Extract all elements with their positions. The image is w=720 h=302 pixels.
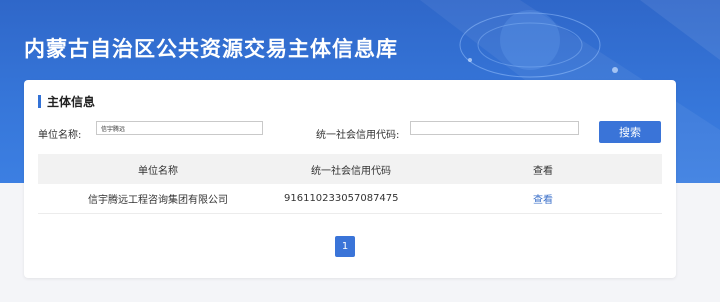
header-view: 查看 (533, 165, 553, 177)
table-row: 信宇腾远工程咨询集团有限公司 916110233057087475 查看 (38, 184, 662, 214)
credit-code-label: 统一社会信用代码: (316, 130, 400, 141)
section-title: 主体信息 (47, 94, 96, 109)
results-table: 单位名称 统一社会信用代码 查看 信宇腾远工程咨询集团有限公司 91611023… (38, 154, 662, 214)
view-link[interactable]: 查看 (424, 191, 662, 206)
section-accent-bar (38, 94, 41, 108)
company-name-input[interactable] (96, 121, 263, 135)
page-1-button[interactable]: 1 (335, 236, 355, 257)
row-credit-code: 916110233057087475 (284, 193, 399, 204)
subject-info-panel: 主体信息 单位名称: 统一社会信用代码: 搜索 单位名称 统一社会信用代码 查看… (24, 80, 676, 278)
section-header: 主体信息 (38, 94, 96, 109)
search-button[interactable]: 搜索 (599, 121, 661, 143)
header-credit-code: 统一社会信用代码 (311, 165, 391, 177)
site-title: 内蒙古自治区公共资源交易主体信息库 (24, 37, 398, 61)
table-header: 单位名称 统一社会信用代码 查看 (38, 154, 662, 184)
credit-code-input[interactable] (410, 121, 579, 135)
company-name-label: 单位名称: (38, 130, 82, 141)
header-company-name: 单位名称 (138, 165, 178, 177)
row-company-name: 信宇腾远工程咨询集团有限公司 (88, 195, 228, 206)
